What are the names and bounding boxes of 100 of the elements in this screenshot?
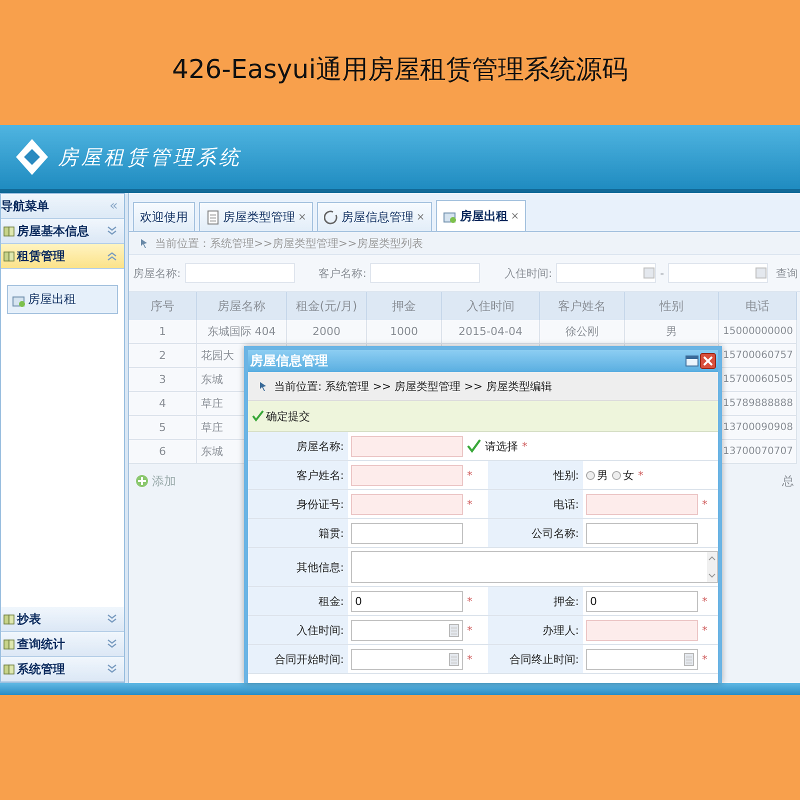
accordion-header[interactable]: 系统管理 bbox=[1, 657, 124, 682]
table-cell: 男 bbox=[625, 320, 719, 344]
accordion-header[interactable]: 房屋基本信息 bbox=[1, 219, 124, 244]
required-mark: * bbox=[467, 624, 472, 636]
required-mark: * bbox=[467, 498, 472, 510]
required-mark: * bbox=[522, 440, 528, 452]
tab[interactable]: 房屋信息管理 × bbox=[317, 202, 432, 231]
book-icon bbox=[3, 637, 15, 651]
book-icon bbox=[3, 612, 15, 626]
input-field[interactable]: 0 bbox=[586, 590, 698, 612]
required-mark: * bbox=[702, 594, 708, 608]
column-header: 入住时间 bbox=[442, 292, 540, 320]
input-field[interactable] bbox=[351, 522, 463, 544]
range-separator: - bbox=[660, 266, 664, 280]
field-label: 其他信息: bbox=[248, 548, 348, 586]
field-label: 房屋名称: bbox=[133, 266, 181, 280]
date-field[interactable] bbox=[556, 263, 656, 283]
field-label: 客户名称: bbox=[318, 266, 366, 280]
date-field[interactable] bbox=[351, 648, 463, 670]
tab[interactable]: 房屋类型管理 × bbox=[199, 202, 314, 231]
close-button[interactable]: × bbox=[510, 210, 520, 222]
required-mark: * bbox=[467, 652, 472, 666]
calendar-icon bbox=[755, 267, 768, 279]
close-button[interactable]: × bbox=[298, 212, 306, 222]
table-cell: 4 bbox=[129, 392, 197, 416]
date-field[interactable] bbox=[351, 620, 463, 640]
date-field[interactable] bbox=[668, 263, 768, 283]
field-label: 房屋名称: bbox=[248, 432, 348, 460]
input-field[interactable] bbox=[370, 263, 480, 283]
hint-text: 请选择 bbox=[485, 438, 518, 454]
input-field[interactable] bbox=[351, 464, 463, 486]
accordion-header[interactable]: 查询统计 bbox=[1, 632, 124, 657]
ring-icon bbox=[324, 210, 338, 224]
table-cell: 15700060505 bbox=[719, 368, 797, 392]
pager-text: 总 bbox=[782, 472, 794, 490]
input-field[interactable] bbox=[184, 263, 295, 283]
required-mark: * bbox=[467, 594, 472, 608]
column-header: 房屋名称 bbox=[197, 292, 287, 320]
input-field[interactable] bbox=[586, 620, 698, 640]
calendar-icon bbox=[643, 267, 656, 279]
accordion-header[interactable]: 租赁管理 bbox=[1, 244, 124, 269]
banner-title: 426-Easyui通用房屋租赁管理系统源码 bbox=[172, 54, 628, 87]
field-label: 公司名称: bbox=[488, 519, 583, 547]
book-icon bbox=[3, 662, 15, 676]
tab[interactable]: 房屋出租 × bbox=[436, 200, 526, 231]
field-label: 入住时间: bbox=[248, 616, 348, 644]
table-cell: 2015-04-04 bbox=[442, 320, 540, 344]
tab[interactable]: 欢迎使用 bbox=[133, 202, 195, 231]
field-label: 身份证号: bbox=[248, 490, 348, 518]
input-field[interactable] bbox=[586, 494, 698, 514]
book-icon bbox=[3, 224, 15, 238]
document-icon bbox=[206, 210, 220, 224]
accordion-header[interactable]: 抄表 bbox=[1, 607, 124, 632]
sidebar-item[interactable]: 房屋出租 bbox=[7, 285, 118, 314]
table-cell: 5 bbox=[129, 416, 197, 440]
column-header: 电话 bbox=[719, 292, 797, 320]
table-cell: 15789888888 bbox=[719, 392, 797, 416]
table-cell: 6 bbox=[129, 440, 197, 464]
combo-field[interactable] bbox=[351, 436, 463, 456]
table-cell: 15000000000 bbox=[719, 320, 797, 344]
column-header: 性别 bbox=[625, 292, 719, 320]
table-cell: 东城国际 404 bbox=[197, 320, 287, 344]
table-cell: 13700070707 bbox=[719, 440, 797, 464]
input-field[interactable]: 0 bbox=[351, 590, 463, 612]
scrollbar-icon bbox=[707, 552, 717, 582]
table-cell: 1 bbox=[129, 320, 197, 344]
required-mark: * bbox=[638, 468, 644, 482]
input-field[interactable] bbox=[586, 522, 698, 544]
field-label: 电话: bbox=[488, 490, 583, 518]
close-button[interactable]: × bbox=[416, 212, 425, 222]
breadcrumb: 当前位置：系统管理>>房屋类型管理>>房屋类型列表 bbox=[155, 236, 423, 250]
radio-option[interactable]: 男 bbox=[586, 468, 608, 482]
field-label: 性别: bbox=[488, 461, 583, 489]
table-cell: 2000 bbox=[287, 320, 367, 344]
check-icon bbox=[252, 410, 264, 422]
field-label: 租金: bbox=[248, 587, 348, 615]
required-mark: * bbox=[467, 468, 472, 482]
field-label: 合同开始时间: bbox=[248, 645, 348, 673]
input-field[interactable] bbox=[351, 494, 463, 514]
logo-icon bbox=[14, 137, 50, 177]
book-icon bbox=[3, 249, 15, 263]
dialog-title-bar: 房屋信息管理 bbox=[248, 350, 718, 372]
required-mark: * bbox=[702, 498, 708, 510]
maximize-icon bbox=[684, 353, 700, 369]
field-label: 客户姓名: bbox=[248, 461, 348, 489]
check-icon bbox=[467, 439, 481, 453]
table-cell: 3 bbox=[129, 368, 197, 392]
text-area[interactable] bbox=[351, 551, 718, 583]
nav-menu-title: 导航菜单 bbox=[1, 198, 49, 214]
table-cell: 15700060757 bbox=[719, 344, 797, 368]
column-header: 客户姓名 bbox=[540, 292, 625, 320]
app-name: 房屋租赁管理系统 bbox=[58, 144, 242, 170]
column-header: 序号 bbox=[129, 292, 197, 320]
date-field[interactable] bbox=[586, 648, 698, 670]
column-header: 押金 bbox=[367, 292, 442, 320]
table-cell: 徐公刚 bbox=[540, 320, 625, 344]
radio-option[interactable]: 女 bbox=[612, 468, 634, 482]
calendar-icon bbox=[449, 624, 459, 636]
field-label: 入住时间: bbox=[504, 266, 552, 280]
required-mark: * bbox=[702, 652, 708, 666]
